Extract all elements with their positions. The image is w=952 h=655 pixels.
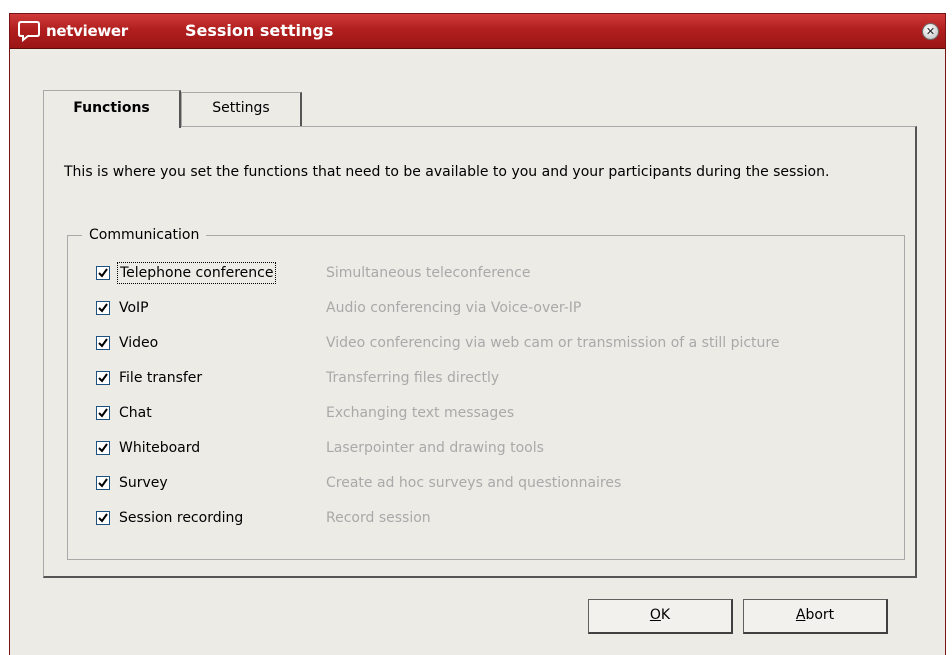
title-bar[interactable]: netviewer Session settings ✕ xyxy=(10,14,945,49)
function-row-telephone-conference: Telephone conference Simultaneous teleco… xyxy=(96,262,896,285)
communication-legend: Communication xyxy=(82,226,207,244)
netviewer-logo: netviewer xyxy=(18,20,128,42)
function-row-session-recording: Session recording Record session xyxy=(96,508,896,530)
telephone-conference-checkbox[interactable] xyxy=(96,266,110,280)
function-row-whiteboard: Whiteboard Laserpointer and drawing tool… xyxy=(96,438,896,460)
function-label[interactable]: Session recording xyxy=(119,508,243,528)
tab-functions[interactable]: Functions xyxy=(43,90,181,128)
tab-settings[interactable]: Settings xyxy=(181,92,302,127)
speech-bubble-icon xyxy=(18,21,40,42)
functions-panel: This is where you set the functions that… xyxy=(43,126,917,578)
checkmark-icon xyxy=(98,478,108,488)
close-icon[interactable]: ✕ xyxy=(922,23,939,40)
function-label[interactable]: Survey xyxy=(119,473,168,493)
function-row-file-transfer: File transfer Transferring files directl… xyxy=(96,368,896,390)
video-checkbox[interactable] xyxy=(96,336,110,350)
function-row-survey: Survey Create ad hoc surveys and questio… xyxy=(96,473,896,495)
ok-button[interactable]: OK xyxy=(588,599,733,634)
function-description: Simultaneous teleconference xyxy=(326,265,531,281)
function-label[interactable]: Telephone conference xyxy=(116,262,277,284)
chat-checkbox[interactable] xyxy=(96,406,110,420)
checkmark-icon xyxy=(98,513,108,523)
function-description: Record session xyxy=(326,510,431,526)
function-description: Audio conferencing via Voice-over-IP xyxy=(326,300,582,316)
whiteboard-checkbox[interactable] xyxy=(96,441,110,455)
communication-group: Communication Telephone conference Simul… xyxy=(67,226,905,560)
function-description: Exchanging text messages xyxy=(326,405,515,421)
function-label[interactable]: Whiteboard xyxy=(119,438,200,458)
checkmark-icon xyxy=(98,408,108,418)
session-settings-dialog: netviewer Session settings ✕ Functions S… xyxy=(9,13,946,655)
ok-mnemonic: O xyxy=(649,607,661,623)
checkmark-icon xyxy=(98,443,108,453)
voip-checkbox[interactable] xyxy=(96,301,110,315)
function-label[interactable]: Video xyxy=(119,333,158,353)
function-description: Laserpointer and drawing tools xyxy=(326,440,544,456)
function-description: Video conferencing via web cam or transm… xyxy=(326,335,780,351)
ok-label-rest: K xyxy=(660,607,671,623)
abort-label-rest: bort xyxy=(805,607,835,623)
function-description: Create ad hoc surveys and questionnaires xyxy=(326,475,622,491)
function-row-video: Video Video conferencing via web cam or … xyxy=(96,333,896,355)
abort-button[interactable]: Abort xyxy=(743,599,888,634)
logo-text: netviewer xyxy=(46,22,128,40)
function-label[interactable]: File transfer xyxy=(119,368,202,388)
survey-checkbox[interactable] xyxy=(96,476,110,490)
checkmark-icon xyxy=(98,303,108,313)
abort-mnemonic: A xyxy=(795,607,806,623)
function-row-voip: VoIP Audio conferencing via Voice-over-I… xyxy=(96,298,896,320)
file-transfer-checkbox[interactable] xyxy=(96,371,110,385)
function-row-chat: Chat Exchanging text messages xyxy=(96,403,896,425)
session-recording-checkbox[interactable] xyxy=(96,511,110,525)
window-title: Session settings xyxy=(185,21,334,40)
checkmark-icon xyxy=(98,373,108,383)
checkmark-icon xyxy=(98,268,108,278)
function-label[interactable]: Chat xyxy=(119,403,152,423)
function-description: Transferring files directly xyxy=(326,370,500,386)
panel-description: This is where you set the functions that… xyxy=(64,164,830,180)
function-label[interactable]: VoIP xyxy=(119,298,149,318)
checkmark-icon xyxy=(98,338,108,348)
